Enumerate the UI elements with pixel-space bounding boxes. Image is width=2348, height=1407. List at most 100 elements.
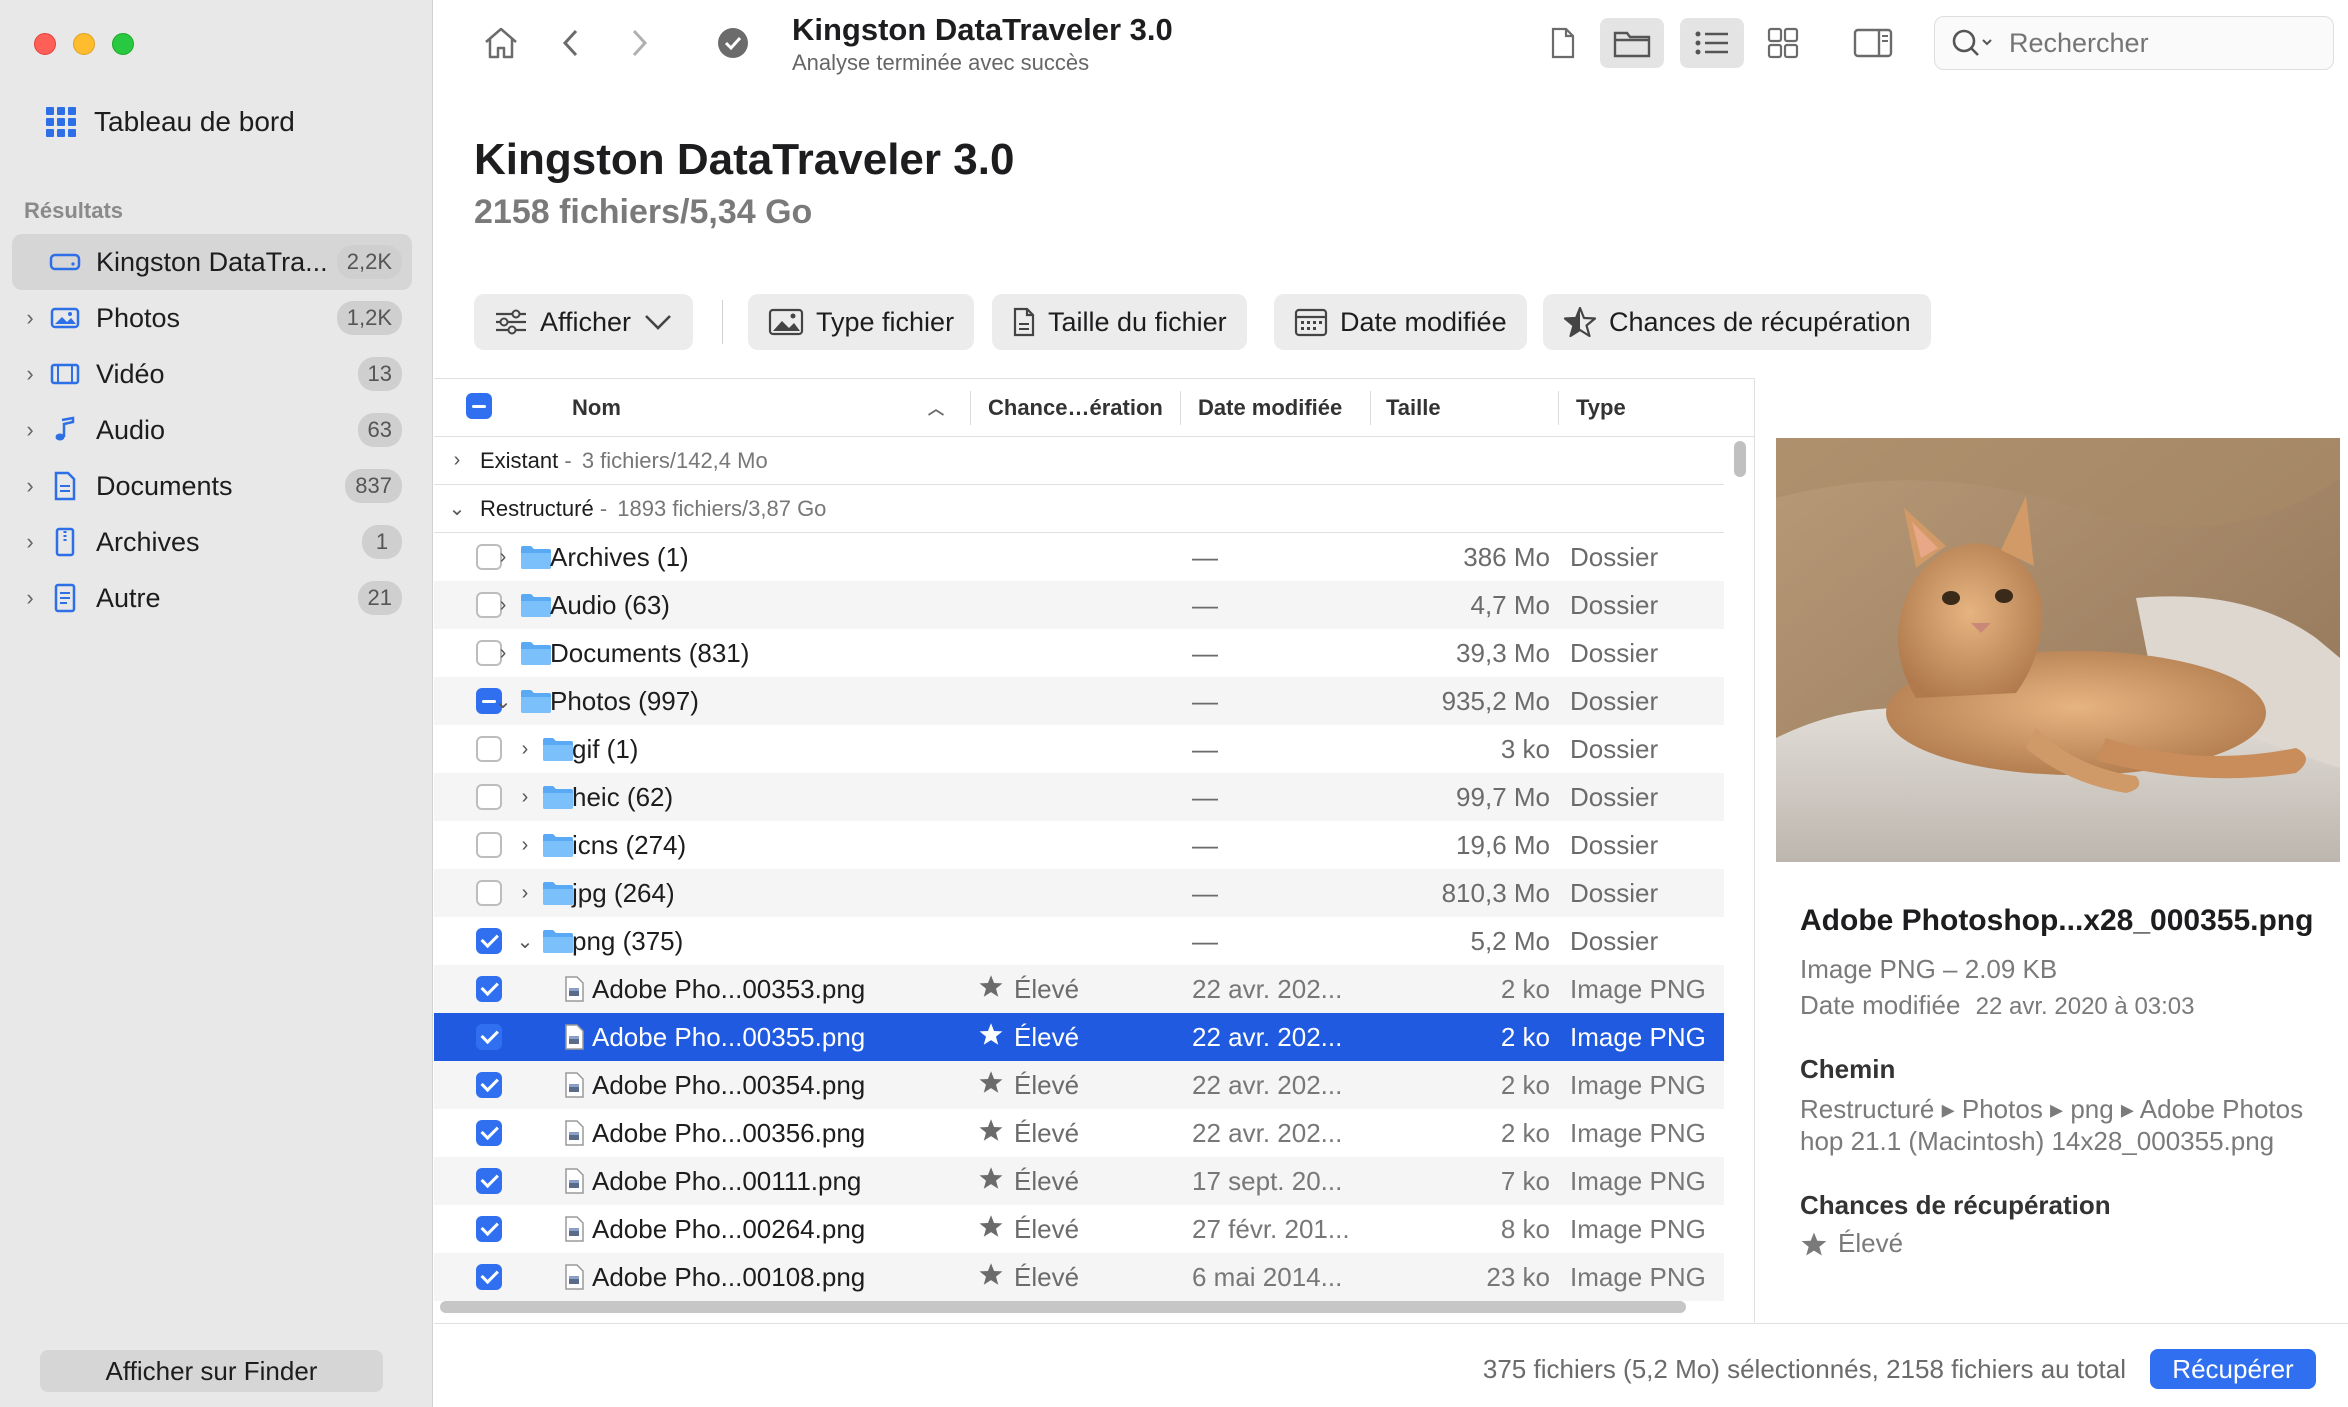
recovery-chance-label: Élevé: [1014, 1069, 1080, 1100]
chevron-right-icon[interactable]: ›: [514, 773, 536, 821]
star-icon: [978, 1069, 1004, 1102]
column-header-date[interactable]: Date modifiée: [1198, 395, 1342, 421]
sidebar-item-label: Photos: [96, 302, 181, 333]
chevron-down-icon[interactable]: ⌄: [434, 496, 480, 521]
minimize-window-button[interactable]: [73, 33, 95, 55]
chevron-right-icon[interactable]: ›: [12, 473, 48, 499]
recovery-chances-filter[interactable]: Chances de récupération: [1543, 294, 1931, 350]
group-row-restructured[interactable]: ⌄ Restructuré - 1893 fichiers/3,87 Go: [434, 485, 1724, 533]
row-checkbox[interactable]: [476, 821, 502, 869]
file-row[interactable]: Adobe Pho...00353.png Élevé 22 avr. 202...…: [434, 965, 1724, 1013]
sort-ascending-icon[interactable]: ︿: [928, 395, 944, 419]
folder-row[interactable]: › gif (1) — 3 ko Dossier: [434, 725, 1724, 773]
chevron-right-icon[interactable]: ›: [492, 533, 514, 581]
file-row[interactable]: Adobe Pho...00356.png Élevé 22 avr. 202...…: [434, 1109, 1724, 1157]
file-row[interactable]: Adobe Pho...00354.png Élevé 22 avr. 202...…: [434, 1061, 1724, 1109]
row-checkbox[interactable]: [476, 1253, 502, 1301]
folder-row[interactable]: › icns (274) — 19,6 Mo Dossier: [434, 821, 1724, 869]
file-row[interactable]: Adobe Pho...00111.png Élevé 17 sept. 20...…: [434, 1157, 1724, 1205]
sidebar-item-dashboard[interactable]: Tableau de bord: [46, 106, 295, 138]
file-row[interactable]: Adobe Pho...00355.png Élevé 22 avr. 202...…: [434, 1013, 1724, 1061]
file-view-button[interactable]: [1538, 18, 1588, 68]
row-checkbox[interactable]: [476, 1205, 502, 1253]
sidebar-item-kingston[interactable]: Kingston DataTra... 2,2K: [12, 234, 412, 290]
folder-row[interactable]: ⌄ png (375) — 5,2 Mo Dossier: [434, 917, 1724, 965]
chevron-right-icon[interactable]: ›: [434, 449, 480, 472]
row-checkbox[interactable]: [476, 1013, 502, 1061]
grid-view-button[interactable]: [1758, 18, 1808, 68]
row-checkbox[interactable]: [476, 869, 502, 917]
recover-button[interactable]: Récupérer: [2150, 1349, 2316, 1389]
close-window-button[interactable]: [34, 33, 56, 55]
chevron-right-icon[interactable]: ›: [492, 629, 514, 677]
chevron-down-icon[interactable]: ⌄: [492, 677, 514, 725]
show-in-finder-button[interactable]: Afficher sur Finder: [40, 1350, 383, 1392]
row-checkbox[interactable]: [476, 1157, 502, 1205]
horizontal-scrollbar[interactable]: [440, 1301, 1686, 1313]
group-row-existing[interactable]: › Existant - 3 fichiers/142,4 Mo: [434, 437, 1724, 485]
row-checkbox[interactable]: [476, 917, 502, 965]
folder-row[interactable]: › heic (62) — 99,7 Mo Dossier: [434, 773, 1724, 821]
chevron-right-icon[interactable]: ›: [514, 869, 536, 917]
preview-date-value: 22 avr. 2020 à 03:03: [1975, 993, 2195, 1020]
folder-row[interactable]: ⌄ Photos (997) — 935,2 Mo Dossier: [434, 677, 1724, 725]
row-name: Documents (831): [550, 637, 750, 668]
back-button[interactable]: [546, 18, 596, 68]
row-checkbox[interactable]: [476, 1109, 502, 1157]
chevron-right-icon[interactable]: ›: [492, 581, 514, 629]
chevron-right-icon[interactable]: ›: [12, 585, 48, 611]
row-date: —: [1192, 829, 1218, 860]
sidebar-item-photos[interactable]: › Photos 1,2K: [12, 290, 412, 346]
chevron-right-icon[interactable]: ›: [12, 417, 48, 443]
row-checkbox[interactable]: [476, 1061, 502, 1109]
chevron-right-icon[interactable]: ›: [12, 361, 48, 387]
row-checkbox[interactable]: [476, 965, 502, 1013]
forward-button[interactable]: [614, 18, 664, 68]
row-name: Adobe Pho...00111.png: [592, 1165, 862, 1196]
show-filter-dropdown[interactable]: Afficher: [474, 294, 694, 350]
vertical-scrollbar[interactable]: [1734, 441, 1746, 477]
folder-row[interactable]: › jpg (264) — 810,3 Mo Dossier: [434, 869, 1724, 917]
preview-panel-toggle[interactable]: [1848, 18, 1898, 68]
file-row[interactable]: Adobe Pho...00108.png Élevé 6 mai 2014... 2…: [434, 1253, 1724, 1301]
file-size-filter[interactable]: Taille du fichier: [992, 294, 1247, 350]
group-detail: 3 fichiers/142,4 Mo: [581, 447, 768, 473]
chevron-right-icon[interactable]: ›: [12, 529, 48, 555]
dashboard-grid-icon: [46, 107, 76, 137]
row-size: 2 ko: [1500, 1021, 1550, 1052]
sidebar-item-video[interactable]: › Vidéo 13: [12, 346, 412, 402]
chevron-right-icon[interactable]: ›: [12, 305, 48, 331]
folder-row[interactable]: › Archives (1) — 386 Mo Dossier: [434, 533, 1724, 581]
folder-row[interactable]: › Audio (63) — 4,7 Mo Dossier: [434, 581, 1724, 629]
select-all-checkbox[interactable]: [466, 393, 492, 419]
sidebar-item-other[interactable]: › Autre 21: [12, 570, 412, 626]
list-view-button[interactable]: [1680, 18, 1744, 68]
home-button[interactable]: [476, 18, 526, 68]
row-checkbox[interactable]: [476, 725, 502, 773]
file-type-filter[interactable]: Type fichier: [748, 294, 975, 350]
sidebar-item-audio[interactable]: › Audio 63: [12, 402, 412, 458]
window-subtitle: Analyse terminée avec succès: [792, 50, 1090, 75]
date-modified-filter[interactable]: Date modifiée: [1274, 294, 1527, 350]
folder-row[interactable]: › Documents (831) — 39,3 Mo Dossier: [434, 629, 1724, 677]
sidebar-item-documents[interactable]: › Documents 837: [12, 458, 412, 514]
row-name: gif (1): [572, 733, 639, 764]
count-badge: 1,2K: [336, 301, 402, 335]
column-header-type[interactable]: Type: [1576, 395, 1626, 421]
folder-icon: [542, 869, 574, 917]
sidebar-item-archives[interactable]: › Archives 1: [12, 514, 412, 570]
chevron-down-icon[interactable]: ⌄: [514, 917, 536, 965]
row-checkbox[interactable]: [476, 773, 502, 821]
chevron-right-icon[interactable]: ›: [514, 725, 536, 773]
sidebar-dashboard-label: Tableau de bord: [94, 106, 295, 137]
row-size: 3 ko: [1500, 733, 1550, 764]
column-header-size[interactable]: Taille: [1386, 395, 1441, 421]
folder-view-button[interactable]: [1600, 18, 1664, 68]
column-header-chance[interactable]: Chance…ération: [988, 395, 1163, 421]
search-field[interactable]: [1934, 16, 2334, 70]
column-header-name[interactable]: Nom: [572, 395, 621, 421]
search-input[interactable]: [2007, 26, 2307, 60]
file-row[interactable]: Adobe Pho...00264.png Élevé 27 févr. 201..…: [434, 1205, 1724, 1253]
chevron-right-icon[interactable]: ›: [514, 821, 536, 869]
zoom-window-button[interactable]: [112, 33, 134, 55]
